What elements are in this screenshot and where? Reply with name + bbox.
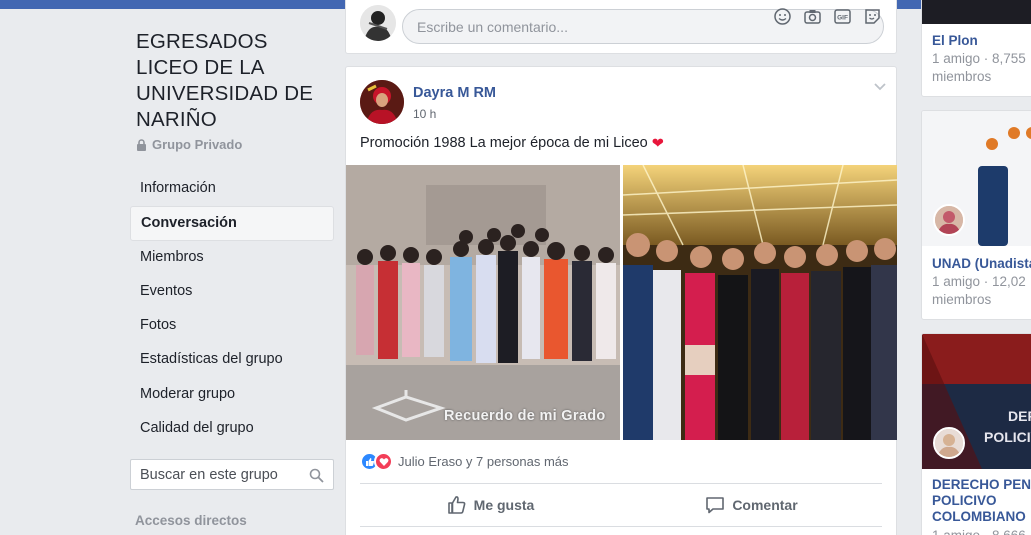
post-timestamp[interactable]: 10 h	[413, 107, 436, 121]
comment-tools: GIF	[773, 7, 882, 26]
post-text: Promoción 1988 La mejor época de mi Lice…	[360, 135, 664, 152]
sticker-icon[interactable]	[863, 7, 882, 26]
shortcuts-heading: Accesos directos	[135, 513, 247, 528]
group-title[interactable]: EGRESADOS LICEO DE LA UNIVERSIDAD DE NAR…	[136, 29, 336, 133]
nav-item-conversacion[interactable]: Conversación	[130, 206, 334, 241]
nav-item-calidad[interactable]: Calidad del grupo	[130, 412, 334, 446]
group-search-input[interactable]	[140, 466, 305, 483]
group-nav: Información Conversación Miembros Evento…	[130, 172, 334, 446]
svg-text:GIF: GIF	[837, 15, 848, 22]
nav-item-moderar[interactable]: Moderar grupo	[130, 378, 334, 412]
nav-item-eventos[interactable]: Eventos	[130, 275, 334, 309]
post-author-name[interactable]: Dayra M RM	[413, 85, 496, 101]
emoji-icon[interactable]	[773, 7, 792, 26]
suggested-group-friends: 1 amigo · 12,02	[932, 274, 1026, 289]
group-sidebar: EGRESADOS LICEO DE LA UNIVERSIDAD DE NAR…	[0, 9, 345, 535]
suggested-group-members: miembros	[932, 292, 992, 307]
group-privacy-label: Grupo Privado	[136, 137, 242, 152]
suggested-group-card[interactable]: UNAD (Unadista 1 amigo · 12,02 miembros	[921, 110, 1031, 320]
suggested-group-members: miembros	[932, 69, 992, 84]
nav-item-miembros[interactable]: Miembros	[130, 241, 334, 275]
suggested-group-friends: 1 amigo · 8,755	[932, 51, 1026, 66]
nav-item-estadisticas[interactable]: Estadísticas del grupo	[130, 343, 334, 377]
post-photo-reunion[interactable]	[623, 165, 897, 440]
love-reaction-icon	[374, 452, 393, 471]
suggested-group-friends: 1 amigo · 8,666	[932, 527, 1031, 535]
lock-icon	[137, 138, 146, 151]
suggested-group-name[interactable]: El Plon	[932, 33, 1031, 49]
post-photo-graduation[interactable]: Recuerdo de mi Grado	[346, 165, 620, 440]
thumbs-up-icon	[447, 496, 466, 514]
comment-icon	[706, 497, 725, 514]
post-action-bar: Me gusta Comentar	[360, 483, 882, 527]
heart-emoji: ❤	[651, 136, 664, 152]
group-cover	[922, 0, 1031, 24]
author-avatar[interactable]	[360, 80, 404, 124]
search-icon[interactable]	[309, 468, 324, 483]
group-cover-text: DEF POLICIV	[984, 408, 1031, 445]
comment-composer-card: GIF	[345, 0, 897, 54]
gif-icon[interactable]: GIF	[833, 7, 852, 26]
photo-caption: Recuerdo de mi Grado	[444, 408, 606, 424]
nav-item-informacion[interactable]: Información	[130, 172, 334, 206]
like-button[interactable]: Me gusta	[360, 484, 621, 526]
suggested-group-card[interactable]: El Plon 1 amigo · 8,755 miembros	[921, 0, 1031, 97]
reactions-text: Julio Eraso y 7 personas más	[398, 454, 569, 469]
comment-button[interactable]: Comentar	[621, 484, 882, 526]
avatar[interactable]	[360, 5, 396, 41]
suggested-group-name[interactable]: DERECHO PENA POLICIVO COLOMBIANO	[932, 477, 1031, 525]
nav-item-fotos[interactable]: Fotos	[130, 309, 334, 343]
comment-input[interactable]	[417, 18, 737, 35]
avatar	[933, 204, 965, 236]
chevron-down-icon[interactable]	[874, 83, 886, 91]
avatar	[933, 427, 965, 459]
post-card: Dayra M RM 10 h Promoción 1988 La mejor …	[345, 66, 897, 535]
reactions-summary[interactable]: Julio Eraso y 7 personas más	[360, 452, 569, 471]
camera-icon[interactable]	[803, 7, 822, 26]
suggested-group-card[interactable]: DEF POLICIV DERECHO PENA POLICIVO COLOMB…	[921, 333, 1031, 535]
suggested-group-name[interactable]: UNAD (Unadista	[932, 256, 1031, 272]
group-search	[130, 459, 334, 490]
